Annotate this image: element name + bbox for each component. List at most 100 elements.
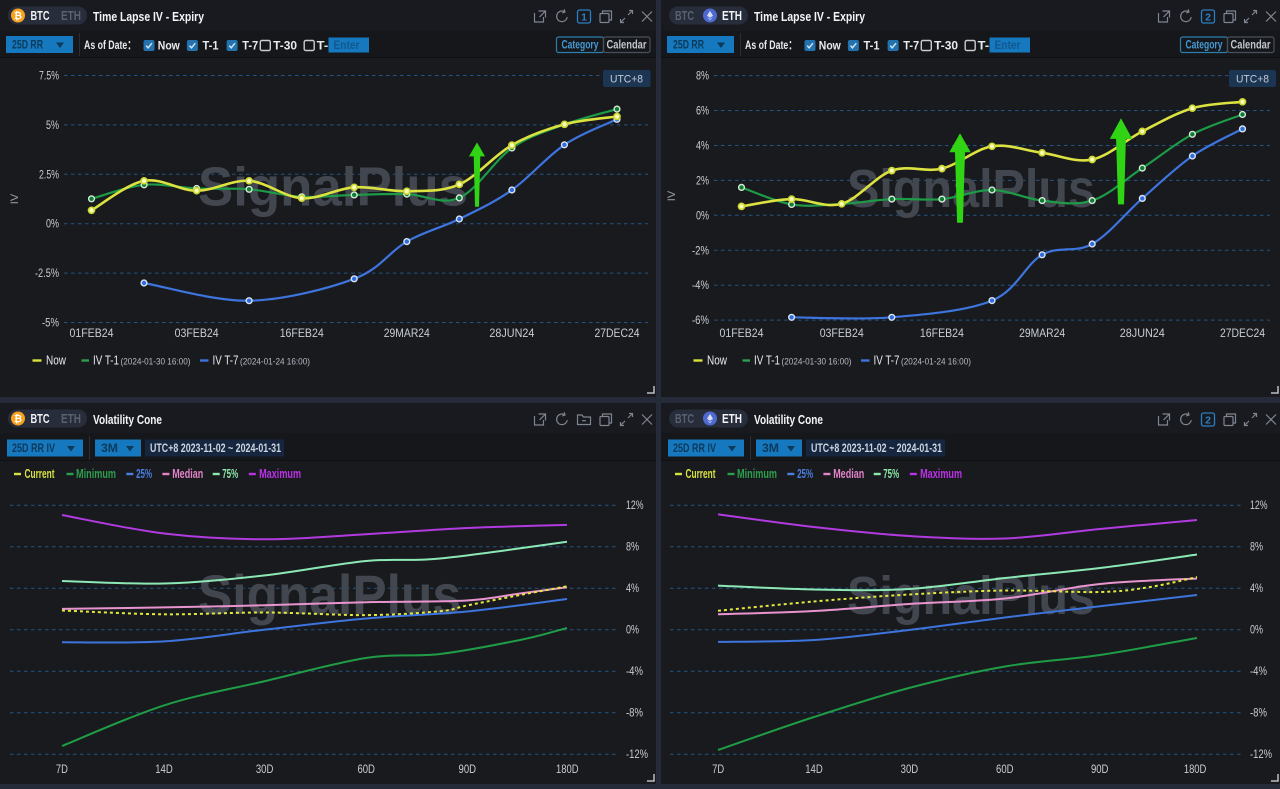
svg-text:60D: 60D <box>996 764 1014 776</box>
svg-text:0%: 0% <box>1250 625 1263 637</box>
svg-text:25D RR IV: 25D RR IV <box>673 441 716 455</box>
svg-text:30D: 30D <box>901 764 919 776</box>
svg-text:Enter: Enter <box>334 40 360 52</box>
svg-text:UTC+8: UTC+8 <box>1236 74 1269 86</box>
svg-text:12%: 12% <box>1250 500 1268 512</box>
svg-text:Category: Category <box>562 40 599 52</box>
svg-text:Minimum: Minimum <box>737 467 777 481</box>
svg-text:-12%: -12% <box>1250 749 1272 761</box>
svg-text:2: 2 <box>1205 12 1211 24</box>
svg-text:₿: ₿ <box>14 413 22 425</box>
svg-text:SignalPlus: SignalPlus <box>847 159 1095 219</box>
svg-text:03FEB24: 03FEB24 <box>175 328 220 340</box>
svg-text:Time Lapse IV - Expiry: Time Lapse IV - Expiry <box>754 9 866 24</box>
svg-text:8%: 8% <box>1250 542 1263 554</box>
svg-text:Current: Current <box>686 467 717 481</box>
svg-text:30D: 30D <box>256 764 274 776</box>
svg-text:-2.5%: -2.5% <box>35 268 59 280</box>
svg-text:27DEC24: 27DEC24 <box>595 328 641 340</box>
svg-text:4%: 4% <box>696 140 709 152</box>
svg-text:-4%: -4% <box>1250 666 1267 678</box>
svg-text:-6%: -6% <box>692 315 709 327</box>
svg-text:12%: 12% <box>626 500 644 512</box>
svg-text:03FEB24: 03FEB24 <box>820 328 865 340</box>
svg-text:BTC: BTC <box>675 9 694 23</box>
svg-text:-5%: -5% <box>42 318 59 330</box>
svg-text:4%: 4% <box>626 583 639 595</box>
svg-text:Minimum: Minimum <box>76 467 116 481</box>
svg-text:IV: IV <box>9 193 21 204</box>
svg-text:60D: 60D <box>357 764 375 776</box>
svg-text:BTC: BTC <box>31 9 50 23</box>
svg-text:SignalPlus: SignalPlus <box>198 563 461 626</box>
svg-text:SignalPlus: SignalPlus <box>847 566 1095 626</box>
svg-text:90D: 90D <box>459 764 477 776</box>
svg-text:7D: 7D <box>712 764 724 776</box>
svg-text:₿: ₿ <box>14 10 22 22</box>
svg-text:T-30: T-30 <box>934 39 958 53</box>
svg-text:T-: T- <box>978 39 990 53</box>
svg-text:29MAR24: 29MAR24 <box>1019 328 1066 340</box>
svg-text:T-1: T-1 <box>203 39 219 53</box>
svg-text:-4%: -4% <box>692 280 709 292</box>
svg-text:75%: 75% <box>222 467 238 481</box>
svg-text:Volatility Cone: Volatility Cone <box>754 412 823 427</box>
svg-text:Volatility Cone: Volatility Cone <box>93 412 162 427</box>
svg-text:7D: 7D <box>56 764 68 776</box>
svg-text:Calendar: Calendar <box>1231 40 1271 52</box>
svg-text:IV T-7: IV T-7 <box>874 354 900 368</box>
svg-text:7.5%: 7.5% <box>39 71 59 83</box>
svg-text:Median: Median <box>172 467 203 481</box>
svg-text:Median: Median <box>833 467 864 481</box>
svg-text:0%: 0% <box>696 210 709 222</box>
svg-text:-8%: -8% <box>1250 708 1267 720</box>
svg-text:8%: 8% <box>626 542 639 554</box>
svg-text:Now: Now <box>819 39 842 53</box>
svg-text:ETH: ETH <box>61 9 81 23</box>
svg-text:25D RR: 25D RR <box>12 38 43 52</box>
svg-text:2%: 2% <box>696 175 709 187</box>
svg-text:Now: Now <box>707 354 728 368</box>
svg-text:As of Date：: As of Date： <box>84 38 136 52</box>
svg-text:1: 1 <box>581 12 587 24</box>
svg-text:Current: Current <box>25 467 56 481</box>
svg-text:-4%: -4% <box>626 666 643 678</box>
svg-text:ETH: ETH <box>722 9 742 23</box>
svg-text:ETH: ETH <box>722 412 742 426</box>
svg-text:-2%: -2% <box>692 245 709 257</box>
svg-text:01FEB24: 01FEB24 <box>70 328 115 340</box>
svg-text:Now: Now <box>158 39 181 53</box>
svg-text:2.5%: 2.5% <box>39 169 59 181</box>
svg-text:90D: 90D <box>1091 764 1109 776</box>
svg-text:180D: 180D <box>1184 764 1207 776</box>
svg-text:14D: 14D <box>155 764 173 776</box>
svg-text:8%: 8% <box>696 71 709 83</box>
svg-text:Category: Category <box>1186 40 1223 52</box>
svg-text:-12%: -12% <box>626 749 648 761</box>
svg-text:UTC+8 2023-11-02 ~ 2024-01-31: UTC+8 2023-11-02 ~ 2024-01-31 <box>811 441 942 455</box>
svg-text:SignalPlus: SignalPlus <box>198 156 468 218</box>
svg-text:UTC+8 2023-11-02 ~ 2024-01-31: UTC+8 2023-11-02 ~ 2024-01-31 <box>150 441 281 455</box>
svg-text:T-30: T-30 <box>273 39 297 53</box>
svg-text:01FEB24: 01FEB24 <box>720 328 765 340</box>
svg-text:T-7: T-7 <box>903 39 919 53</box>
svg-text:T-: T- <box>317 39 329 53</box>
svg-text:2: 2 <box>1205 415 1211 427</box>
svg-text:Time Lapse IV - Expiry: Time Lapse IV - Expiry <box>93 9 205 24</box>
svg-text:T-7: T-7 <box>242 39 258 53</box>
svg-text:Maximum: Maximum <box>920 467 962 481</box>
svg-text:28JUN24: 28JUN24 <box>1120 328 1166 340</box>
svg-text:-8%: -8% <box>626 708 643 720</box>
svg-text:Maximum: Maximum <box>259 467 301 481</box>
svg-text:25D RR: 25D RR <box>673 38 704 52</box>
svg-text:29MAR24: 29MAR24 <box>384 328 431 340</box>
svg-text:Now: Now <box>46 354 67 368</box>
svg-text:Enter: Enter <box>995 40 1021 52</box>
svg-text:3M: 3M <box>762 441 779 455</box>
svg-text:27DEC24: 27DEC24 <box>1220 328 1266 340</box>
svg-text:IV T-1: IV T-1 <box>754 354 780 368</box>
svg-text:25D RR IV: 25D RR IV <box>12 441 55 455</box>
svg-text:4%: 4% <box>1250 583 1263 595</box>
svg-text:25%: 25% <box>136 467 152 481</box>
svg-text:IV: IV <box>666 190 678 201</box>
